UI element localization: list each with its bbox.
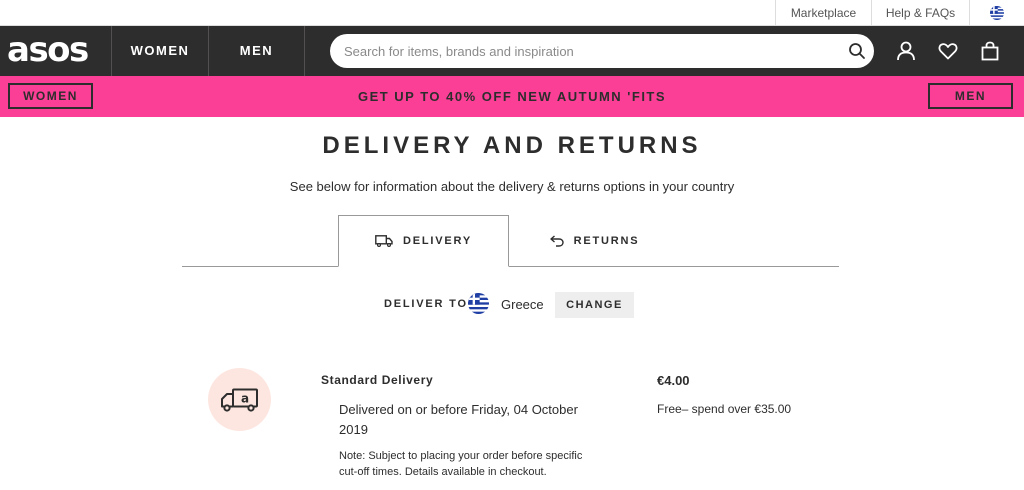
tab-delivery-label: DELIVERY [402, 235, 472, 247]
change-country-button[interactable]: CHANGE [555, 292, 634, 318]
asos-truck-icon: a [221, 388, 258, 412]
delivery-option-note: Note: Subject to placing your order befo… [339, 450, 583, 478]
tab-delivery[interactable]: DELIVERY [338, 215, 509, 267]
delivery-free-threshold: Free– spend over €35.00 [657, 402, 792, 416]
bag-icon[interactable] [979, 40, 1001, 62]
help-faqs-link[interactable]: Help & FAQs [871, 0, 969, 26]
search-bar [330, 34, 874, 68]
deliver-country: Greece [501, 297, 544, 312]
greece-flag-icon [468, 293, 489, 314]
page-subtitle: See below for information about the deli… [289, 179, 735, 194]
search-input[interactable] [344, 34, 834, 68]
delivery-option-price: €4.00 [657, 373, 690, 388]
heart-icon[interactable] [937, 40, 959, 62]
deliver-to-label: DELIVER TO [384, 298, 468, 310]
asos-logo[interactable]: asos [7, 32, 103, 70]
promo-text[interactable]: GET UP TO 40% OFF NEW AUTUMN 'FITS [300, 76, 724, 117]
tab-returns-label: RETURNS [573, 235, 640, 247]
delivery-option-name: Standard Delivery [321, 373, 434, 387]
delivery-option-icon: a [208, 368, 271, 431]
marketplace-link[interactable]: Marketplace [775, 0, 871, 26]
search-icon[interactable] [848, 42, 866, 60]
nav-women[interactable]: WOMEN [111, 26, 208, 76]
promo-men-button[interactable]: MEN [928, 83, 1013, 109]
page-title: DELIVERY AND RETURNS [322, 132, 702, 159]
country-selector[interactable] [969, 0, 1024, 26]
main-header: asos WOMEN MEN [0, 26, 1024, 76]
return-arrow-icon [549, 235, 564, 247]
truck-icon [375, 235, 393, 247]
account-icon[interactable] [895, 40, 917, 62]
greece-flag-icon [990, 6, 1004, 20]
nav-men[interactable]: MEN [208, 26, 305, 76]
svg-text:a: a [241, 392, 249, 406]
delivery-option-date: Delivered on or before Friday, 04 Octobe… [339, 402, 578, 437]
promo-women-button[interactable]: WOMEN [8, 83, 93, 109]
promo-banner: WOMEN GET UP TO 40% OFF NEW AUTUMN 'FITS… [0, 76, 1024, 117]
tab-returns[interactable]: RETURNS [509, 215, 680, 267]
utility-bar: Marketplace Help & FAQs [0, 0, 1024, 26]
